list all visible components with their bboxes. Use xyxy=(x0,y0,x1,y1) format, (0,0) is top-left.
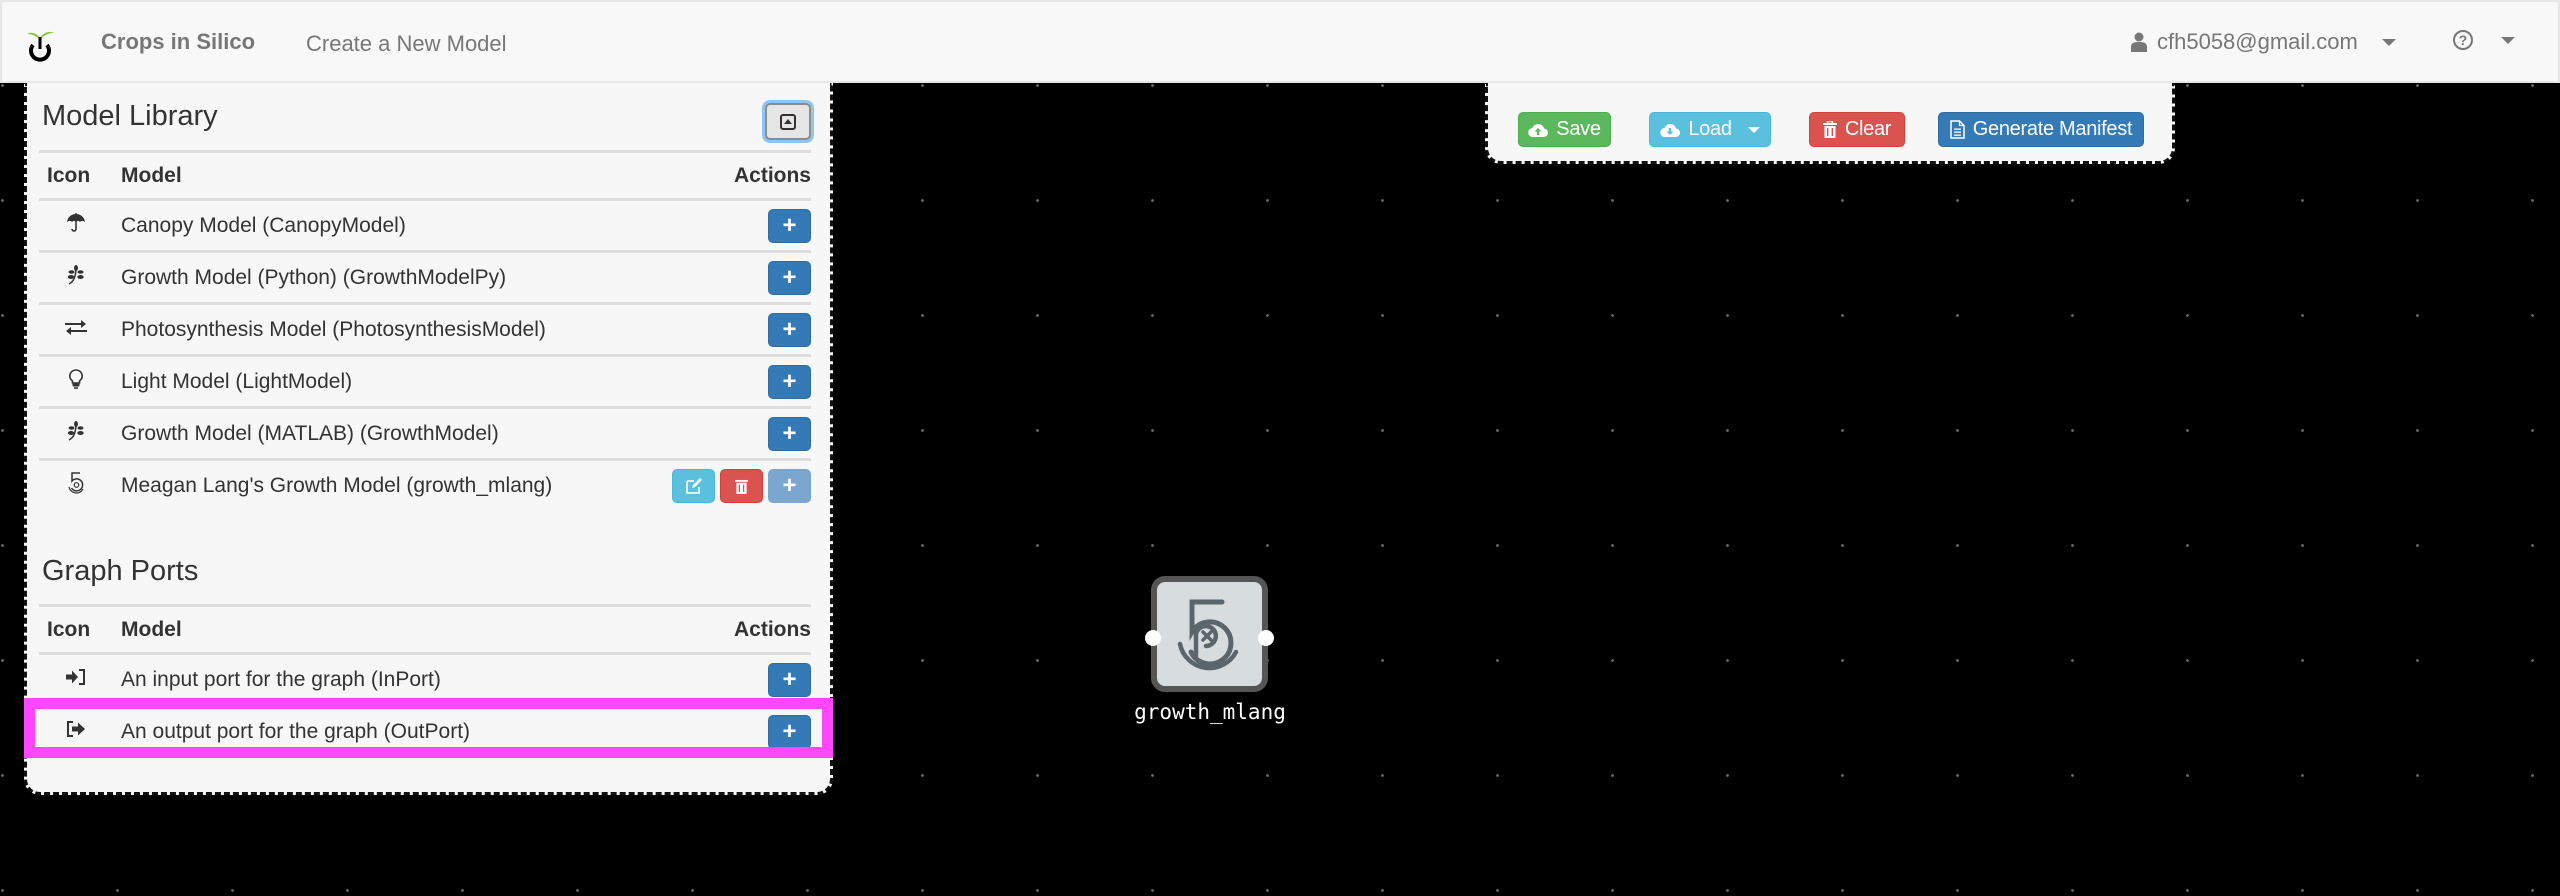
add-model-button[interactable]: + xyxy=(768,469,811,504)
save-label: Save xyxy=(1556,118,1601,140)
generate-manifest-button[interactable]: Generate Manifest xyxy=(1938,112,2144,147)
manifest-label: Generate Manifest xyxy=(1972,118,2133,140)
graph-node-label: growth_mlang xyxy=(1134,700,1286,724)
graph-ports-table: Icon Model Actions An input port for the… xyxy=(39,604,811,758)
table-row: Canopy Model (CanopyModel) + xyxy=(39,198,811,252)
user-icon xyxy=(2131,32,2147,52)
leaf-icon xyxy=(39,250,113,304)
model-library-panel: Model Library Icon Model Actions Canopy … xyxy=(24,83,833,795)
table-header-row: Icon Model Actions xyxy=(39,604,811,654)
model-library-table: Icon Model Actions Canopy Model (CanopyM… xyxy=(39,150,811,512)
column-header-actions: Actions xyxy=(633,150,811,200)
port-name: An input port for the graph (InPort) xyxy=(113,652,680,706)
create-model-link[interactable]: Create a New Model xyxy=(306,31,507,57)
edit-icon xyxy=(685,478,702,495)
cloud-upload-icon xyxy=(1528,123,1549,137)
trash-icon xyxy=(735,480,748,495)
table-header-row: Icon Model Actions xyxy=(39,150,811,200)
table-row: Photosynthesis Model (PhotosynthesisMode… xyxy=(39,302,811,356)
sign-in-icon xyxy=(39,652,113,706)
table-row: Growth Model (MATLAB) (GrowthModel) + xyxy=(39,406,811,460)
graph-node[interactable] xyxy=(1145,576,1274,692)
clear-button[interactable]: Clear xyxy=(1809,112,1905,147)
edit-model-button[interactable] xyxy=(672,469,715,504)
fivehundredpx-icon xyxy=(39,458,113,512)
column-header-model: Model xyxy=(113,604,680,654)
collapse-panel-button[interactable] xyxy=(765,103,811,140)
help-menu[interactable]: ? xyxy=(2453,30,2515,50)
load-label: Load xyxy=(1688,118,1732,140)
lightbulb-icon xyxy=(39,354,113,408)
trash-icon xyxy=(1822,121,1837,138)
question-circle-icon: ? xyxy=(2453,30,2473,50)
add-port-button[interactable]: + xyxy=(768,715,811,750)
file-text-icon xyxy=(1950,120,1965,139)
table-row: An output port for the graph (OutPort) + xyxy=(39,704,811,758)
model-name: Growth Model (MATLAB) (GrowthModel) xyxy=(113,406,634,460)
node-output-port[interactable] xyxy=(1258,630,1274,646)
table-row: Light Model (LightModel) + xyxy=(39,354,811,408)
graph-ports-title: Graph Ports xyxy=(42,555,199,587)
table-row: An input port for the graph (InPort) + xyxy=(39,652,811,706)
column-header-icon: Icon xyxy=(39,150,113,200)
exchange-icon xyxy=(39,302,113,356)
chevron-down-icon xyxy=(1747,126,1760,133)
navbar: Crops in Silico Create a New Model cfh50… xyxy=(0,0,2560,83)
model-library-title: Model Library xyxy=(42,100,218,132)
delete-model-button[interactable] xyxy=(720,469,763,504)
user-menu[interactable]: cfh5058@gmail.com xyxy=(2131,29,2396,55)
user-email: cfh5058@gmail.com xyxy=(2157,29,2358,54)
column-header-model: Model xyxy=(113,150,634,200)
model-name: Light Model (LightModel) xyxy=(113,354,634,408)
add-model-button[interactable]: + xyxy=(768,312,811,347)
add-port-button[interactable]: + xyxy=(768,662,811,697)
fivehundredpx-icon xyxy=(1177,599,1238,671)
add-model-button[interactable]: + xyxy=(768,416,811,451)
add-model-button[interactable]: + xyxy=(768,208,811,243)
table-row: Growth Model (Python) (GrowthModelPy) + xyxy=(39,250,811,304)
node-input-port[interactable] xyxy=(1145,630,1161,646)
model-name: Photosynthesis Model (PhotosynthesisMode… xyxy=(113,302,634,356)
add-model-button[interactable]: + xyxy=(768,364,811,399)
chevron-down-icon xyxy=(2501,36,2515,44)
app-logo-icon[interactable] xyxy=(24,26,56,62)
sign-out-icon xyxy=(39,704,113,758)
model-name: Meagan Lang's Growth Model (growth_mlang… xyxy=(113,458,634,512)
caret-square-up-icon xyxy=(780,113,796,130)
model-name: Growth Model (Python) (GrowthModelPy) xyxy=(113,250,634,304)
chevron-down-icon xyxy=(2381,38,2396,46)
brand-name[interactable]: Crops in Silico xyxy=(101,29,255,55)
add-model-button[interactable]: + xyxy=(768,260,811,295)
column-header-icon: Icon xyxy=(39,604,113,654)
table-row: Meagan Lang's Growth Model (growth_mlang… xyxy=(39,458,811,512)
clear-label: Clear xyxy=(1844,118,1892,140)
cloud-download-icon xyxy=(1660,123,1681,137)
load-button[interactable]: Load xyxy=(1649,112,1771,147)
save-button[interactable]: Save xyxy=(1518,112,1611,147)
port-name: An output port for the graph (OutPort) xyxy=(113,704,680,758)
column-header-actions: Actions xyxy=(679,604,811,654)
umbrella-icon xyxy=(39,198,113,252)
toolbar-panel: Save Load Clear Generate Manifest xyxy=(1485,83,2175,164)
model-name: Canopy Model (CanopyModel) xyxy=(113,198,634,252)
leaf-icon xyxy=(39,406,113,460)
